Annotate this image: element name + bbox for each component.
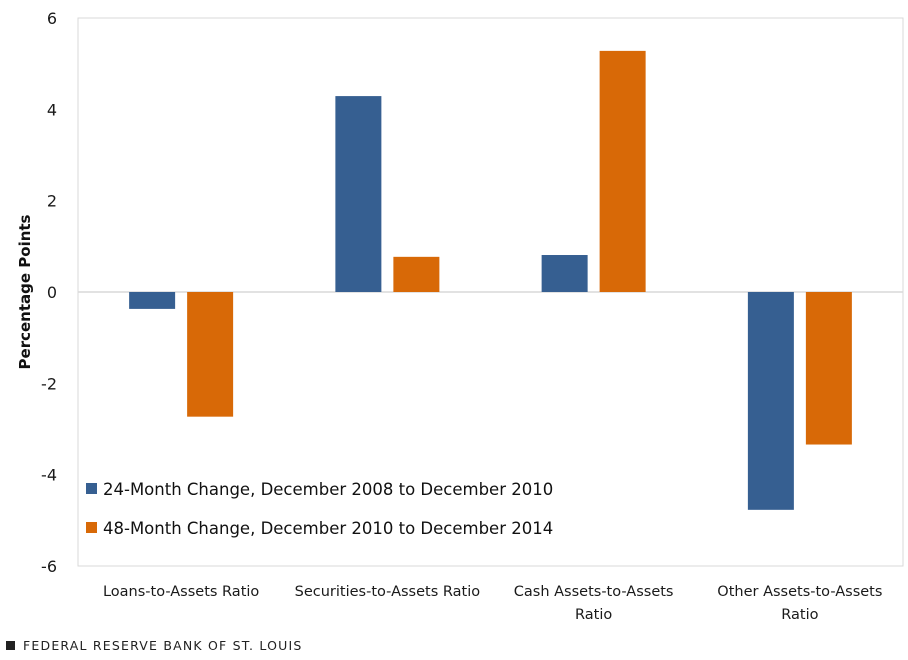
bar-series-2-cat-2 — [393, 256, 440, 292]
category-label: Loans-to-Assets Ratio — [103, 584, 259, 600]
bar-series-1-cat-4 — [747, 292, 794, 510]
category-label: Ratio — [575, 607, 612, 623]
y-tick-label: 2 — [47, 192, 57, 211]
y-tick-label: -6 — [41, 557, 57, 576]
bar-series-2-cat-3 — [599, 50, 646, 292]
legend-label: 24-Month Change, December 2008 to Decemb… — [103, 480, 553, 499]
category-label: Ratio — [781, 607, 818, 623]
category-labels: Loans-to-Assets Ratio Securities-to-Asset… — [103, 584, 882, 623]
bar-series-1-cat-3 — [541, 255, 588, 292]
y-tick-label: -2 — [41, 374, 57, 393]
bar-series-2-cat-1 — [187, 292, 234, 417]
y-tick-label: 6 — [47, 9, 57, 28]
y-axis-label: Percentage Points — [16, 214, 34, 369]
y-tick-label: 0 — [47, 283, 57, 302]
y-tick-label: -4 — [41, 466, 57, 485]
bar-series-1-cat-1 — [129, 292, 176, 309]
square-bullet-icon — [6, 641, 15, 650]
category-label: Securities-to-Assets Ratio — [295, 584, 481, 600]
legend-swatch — [86, 522, 97, 533]
category-label: Other Assets-to-Assets — [717, 584, 882, 600]
y-axis-ticks: 6 4 2 0 -2 -4 -6 — [41, 9, 57, 576]
legend: 24-Month Change, December 2008 to Decemb… — [86, 480, 553, 538]
bar-series-1-cat-2 — [335, 96, 382, 292]
bar-series-2-cat-4 — [805, 292, 852, 445]
bar-chart: 6 4 2 0 -2 -4 -6 Loans-to-Assets Ratio Securiti… — [16, 9, 904, 623]
footer-source: FEDERAL RESERVE BANK OF ST. LOUIS — [6, 638, 303, 653]
category-label: Cash Assets-to-Assets — [514, 584, 674, 600]
footer-text: FEDERAL RESERVE BANK OF ST. LOUIS — [23, 638, 303, 653]
bars — [129, 50, 852, 510]
legend-swatch — [86, 483, 97, 494]
legend-label: 48-Month Change, December 2010 to Decemb… — [103, 519, 553, 538]
y-tick-label: 4 — [47, 100, 57, 119]
